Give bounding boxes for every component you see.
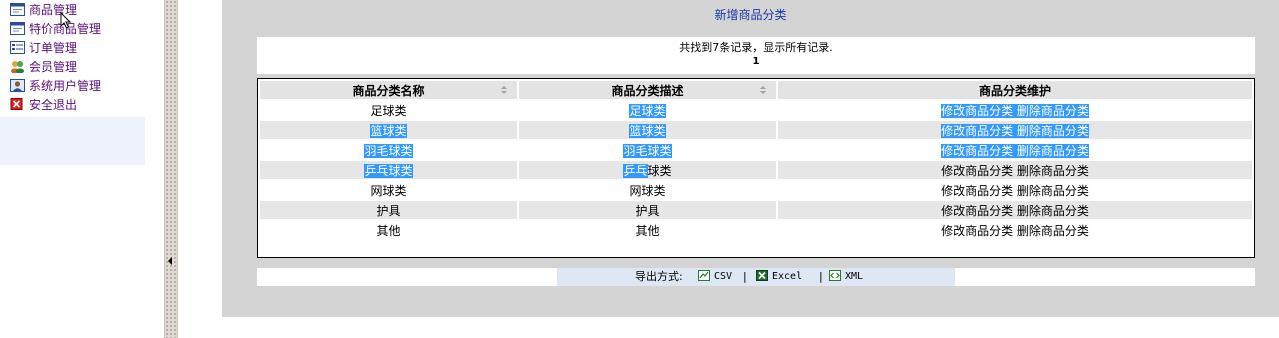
export-separator: | xyxy=(743,270,747,283)
delete-category-link[interactable]: 删除商品分类 xyxy=(1017,164,1089,178)
edit-category-link[interactable]: 修改商品分类 xyxy=(941,224,1013,238)
category-name-cell: 羽毛球类 xyxy=(260,141,517,159)
xml-icon xyxy=(829,270,841,281)
excel-icon xyxy=(756,270,768,281)
mouse-cursor-icon xyxy=(60,12,71,29)
members-icon xyxy=(11,61,24,73)
maintenance-cell: 修改商品分类 删除商品分类 xyxy=(778,161,1252,179)
category-name-cell: 乒乓球类 xyxy=(260,161,517,179)
maintenance-cell: 修改商品分类 删除商品分类 xyxy=(778,181,1252,199)
nav-menu: 商品管理 特价商品管理 订单管理 会员管理 系统用户管理 安全退出 xyxy=(0,0,145,117)
maintenance-cell: 修改商品分类 删除商品分类 xyxy=(778,141,1252,159)
category-table: 商品分类名称 商品分类描述 商品分类维护 足球类 足球类 修改商品分类 删除商品… xyxy=(257,78,1255,258)
delete-category-link[interactable]: 删除商品分类 xyxy=(1017,104,1089,118)
category-name-cell: 篮球类 xyxy=(260,121,517,139)
record-summary-panel: 共找到7条记录，显示所有记录. 1 xyxy=(257,37,1255,74)
table-row: 其他 其他 修改商品分类 删除商品分类 xyxy=(260,221,1252,239)
nav-item-member-management[interactable]: 会员管理 xyxy=(10,58,77,77)
nav-item-label: 订单管理 xyxy=(29,41,78,55)
edit-category-link[interactable]: 修改商品分类 xyxy=(941,104,1013,118)
nav-item-label: 安全退出 xyxy=(29,98,78,112)
edit-category-link[interactable]: 修改商品分类 xyxy=(941,184,1013,198)
category-description-cell: 足球类 xyxy=(519,101,776,119)
nav-item-order-management[interactable]: 订单管理 xyxy=(10,39,77,58)
export-panel: 导出方式: CSV | Excel | XML xyxy=(257,268,1255,286)
category-description-cell: 乒乓球类 xyxy=(519,161,776,179)
edit-category-link[interactable]: 修改商品分类 xyxy=(941,124,1013,138)
list-window-icon xyxy=(10,41,25,54)
user-icon xyxy=(10,79,25,92)
close-icon xyxy=(10,98,23,110)
export-excel-label: Excel xyxy=(772,271,803,282)
category-description-cell: 篮球类 xyxy=(519,121,776,139)
export-xml-link[interactable]: XML xyxy=(829,268,863,286)
sort-icon[interactable] xyxy=(759,86,767,95)
export-csv-link[interactable]: CSV xyxy=(698,268,732,286)
table-row: 网球类 网球类 修改商品分类 删除商品分类 xyxy=(260,181,1252,199)
delete-category-link[interactable]: 删除商品分类 xyxy=(1017,224,1089,238)
nav-item-logout[interactable]: 安全退出 xyxy=(10,96,77,115)
main-content: 新增商品分类 共找到7条记录，显示所有记录. 1 商品分类名称 商品分类描述 商… xyxy=(222,0,1279,317)
table-row: 篮球类 篮球类 修改商品分类 删除商品分类 xyxy=(260,121,1252,139)
export-separator: | xyxy=(819,270,823,283)
maintenance-cell: 修改商品分类 删除商品分类 xyxy=(778,221,1252,239)
table-row: 足球类 足球类 修改商品分类 删除商品分类 xyxy=(260,101,1252,119)
category-name-cell: 网球类 xyxy=(260,181,517,199)
category-description-cell: 网球类 xyxy=(519,181,776,199)
page-number[interactable]: 1 xyxy=(257,56,1255,67)
delete-category-link[interactable]: 删除商品分类 xyxy=(1017,124,1089,138)
column-header-category-maintenance: 商品分类维护 xyxy=(778,81,1252,99)
column-header-category-description[interactable]: 商品分类描述 xyxy=(519,81,776,99)
collapse-arrow-icon[interactable] xyxy=(168,257,172,265)
window-icon xyxy=(10,3,25,16)
edit-category-link[interactable]: 修改商品分类 xyxy=(941,144,1013,158)
category-description-cell: 羽毛球类 xyxy=(519,141,776,159)
delete-category-link[interactable]: 删除商品分类 xyxy=(1017,204,1089,218)
delete-category-link[interactable]: 删除商品分类 xyxy=(1017,144,1089,158)
category-name-cell: 足球类 xyxy=(260,101,517,119)
category-description-cell: 其他 xyxy=(519,221,776,239)
csv-icon xyxy=(698,270,710,281)
category-name-cell: 护具 xyxy=(260,201,517,219)
column-header-category-name[interactable]: 商品分类名称 xyxy=(260,81,517,99)
delete-category-link[interactable]: 删除商品分类 xyxy=(1017,184,1089,198)
table-row: 护具 护具 修改商品分类 删除商品分类 xyxy=(260,201,1252,219)
table-row: 乒乓球类 乒乓球类 修改商品分类 删除商品分类 xyxy=(260,161,1252,179)
record-summary: 共找到7条记录，显示所有记录. xyxy=(679,41,833,54)
category-name-cell: 其他 xyxy=(260,221,517,239)
export-bar: 导出方式: CSV | Excel | XML xyxy=(557,268,955,286)
export-excel-link[interactable]: Excel xyxy=(756,268,802,286)
table-row: 羽毛球类 羽毛球类 修改商品分类 删除商品分类 xyxy=(260,141,1252,159)
nav-item-label: 系统用户管理 xyxy=(29,79,102,93)
left-navigation: 商品管理 特价商品管理 订单管理 会员管理 系统用户管理 安全退出 xyxy=(0,0,145,165)
export-label: 导出方式: xyxy=(635,270,683,283)
nav-item-special-product-management[interactable]: 特价商品管理 xyxy=(10,20,101,39)
maintenance-cell: 修改商品分类 删除商品分类 xyxy=(778,201,1252,219)
maintenance-cell: 修改商品分类 删除商品分类 xyxy=(778,121,1252,139)
frame-splitter[interactable] xyxy=(164,0,178,338)
window-icon xyxy=(10,22,25,35)
edit-category-link[interactable]: 修改商品分类 xyxy=(941,164,1013,178)
edit-category-link[interactable]: 修改商品分类 xyxy=(941,204,1013,218)
maintenance-cell: 修改商品分类 删除商品分类 xyxy=(778,101,1252,119)
category-description-cell: 护具 xyxy=(519,201,776,219)
export-xml-label: XML xyxy=(845,271,864,282)
export-csv-label: CSV xyxy=(714,271,733,282)
nav-item-system-user-management[interactable]: 系统用户管理 xyxy=(10,77,101,96)
add-category-link[interactable]: 新增商品分类 xyxy=(222,6,1279,23)
sort-icon[interactable] xyxy=(500,86,508,95)
nav-item-label: 会员管理 xyxy=(29,60,78,74)
